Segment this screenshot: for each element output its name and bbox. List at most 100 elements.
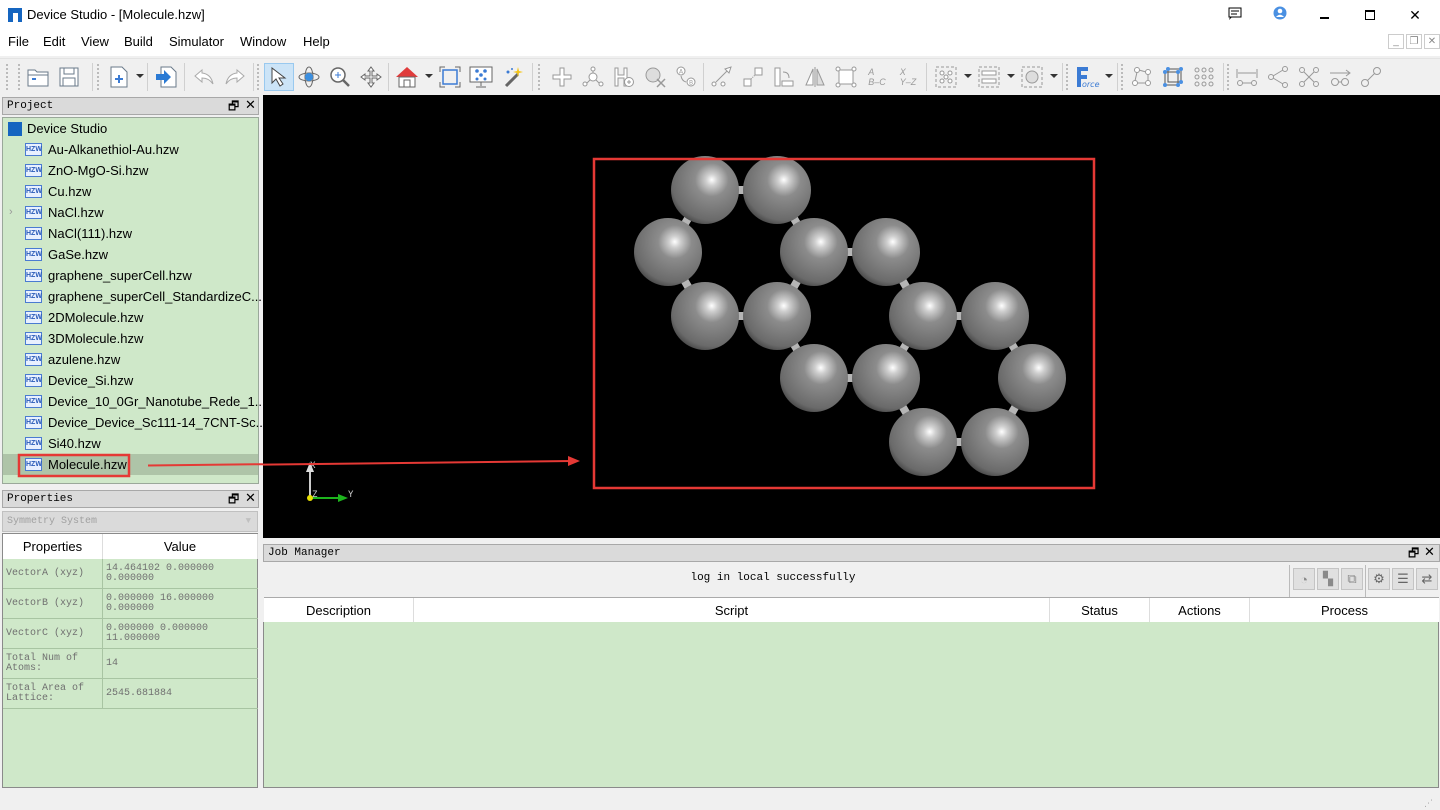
toolbar-grip[interactable] [6, 64, 9, 90]
measure-vector-icon[interactable] [1327, 64, 1353, 90]
toolbar-grip[interactable] [1066, 64, 1069, 90]
property-row[interactable]: Total Num of Atoms: 14 [3, 649, 258, 679]
toolbar-grip[interactable] [18, 64, 21, 90]
new-document-icon[interactable] [106, 64, 132, 90]
home-view-icon[interactable] [394, 64, 420, 90]
col-description[interactable]: Description [264, 598, 414, 623]
mirror-icon[interactable] [802, 64, 828, 90]
toolbar-grip[interactable] [538, 64, 541, 90]
symmetry-system-select[interactable]: Symmetry System ▼ [2, 511, 258, 532]
close-button[interactable]: ✕ [1400, 4, 1430, 26]
new-dropdown-icon[interactable] [136, 74, 144, 78]
atom[interactable] [852, 218, 920, 286]
tree-file-item[interactable]: HZW Device_Si.hzw [3, 370, 258, 391]
server-config-icon[interactable]: ☰ [1392, 568, 1414, 590]
atom[interactable] [852, 344, 920, 412]
tree-file-item[interactable]: HZW Device_10_0Gr_Nanotube_Rede_1.... [3, 391, 269, 412]
minimize-button[interactable] [1309, 4, 1339, 26]
tree-file-item[interactable]: HZW graphene_superCell_StandardizeC... [3, 286, 262, 307]
value-col-header[interactable]: Value [103, 534, 258, 559]
measure-angle-icon[interactable] [1265, 64, 1291, 90]
float-panel-icon[interactable]: 🗗 [1408, 545, 1419, 561]
mdi-close-button[interactable]: ✕ [1424, 34, 1440, 49]
atom[interactable] [889, 408, 957, 476]
rotate-view-icon[interactable] [296, 64, 322, 90]
float-panel-icon[interactable]: 🗗 [228, 98, 239, 114]
menu-help[interactable]: Help [303, 34, 330, 49]
magic-wand-icon[interactable] [500, 64, 526, 90]
tree-file-item[interactable]: HZW 3DMolecule.hzw [3, 328, 258, 349]
scale-icon[interactable] [740, 64, 766, 90]
bond-tool-icon[interactable] [1358, 64, 1384, 90]
atom[interactable] [998, 344, 1066, 412]
layers-dropdown-icon[interactable] [1007, 74, 1015, 78]
menu-edit[interactable]: Edit [43, 34, 65, 49]
supercell-icon[interactable] [1191, 64, 1217, 90]
close-panel-icon[interactable]: ✕ [245, 490, 256, 506]
menu-window[interactable]: Window [240, 34, 286, 49]
menu-file[interactable]: File [8, 34, 29, 49]
symmetry-icon[interactable] [933, 64, 959, 90]
measure-dihedral-icon[interactable] [1296, 64, 1322, 90]
sphere-select-icon[interactable] [1019, 64, 1045, 90]
replace-atom-icon[interactable]: AB [673, 64, 699, 90]
property-row[interactable]: Total Area of Lattice: 2545.681884 [3, 679, 258, 709]
add-fragment-icon[interactable] [580, 64, 606, 90]
symmetry-dropdown-icon[interactable] [964, 74, 972, 78]
toolbar-grip[interactable] [1227, 64, 1230, 90]
tree-file-item[interactable]: HZW ZnO-MgO-Si.hzw [3, 160, 258, 181]
tree-file-item[interactable]: HZW GaSe.hzw [3, 244, 258, 265]
rename-xyz-icon[interactable]: X Y–Z [895, 64, 921, 90]
open-folder-icon[interactable] [25, 64, 51, 90]
tree-file-item[interactable]: HZW Device_Device_Sc111-14_7CNT-Sc... [3, 412, 266, 433]
measure-distance-icon[interactable] [1234, 64, 1260, 90]
submit-job-icon[interactable]: ◔ [1293, 568, 1315, 590]
remote-job-icon[interactable]: ⧉ [1341, 568, 1363, 590]
close-panel-icon[interactable]: ✕ [1424, 544, 1435, 560]
atom[interactable] [780, 218, 848, 286]
close-panel-icon[interactable]: ✕ [245, 97, 256, 113]
menu-view[interactable]: View [81, 34, 109, 49]
property-row[interactable]: VectorC (xyz) 0.000000 0.000000 11.000000 [3, 619, 258, 649]
resize-grip-icon[interactable]: ⋰ [1424, 798, 1433, 809]
force-dropdown-icon[interactable] [1105, 74, 1113, 78]
menu-simulator[interactable]: Simulator [169, 34, 224, 49]
align-icon[interactable] [771, 64, 797, 90]
delete-atom-icon[interactable] [642, 64, 668, 90]
save-icon[interactable] [56, 64, 82, 90]
feedback-icon[interactable] [1220, 4, 1250, 26]
col-status[interactable]: Status [1050, 598, 1150, 623]
display-style-icon[interactable] [468, 64, 494, 90]
sphere-dropdown-icon[interactable] [1050, 74, 1058, 78]
molecule-view[interactable]: X Z Y [263, 95, 1440, 538]
tree-file-item[interactable]: HZW Cu.hzw [3, 181, 258, 202]
mdi-minimize-button[interactable]: _ [1388, 34, 1404, 49]
cell-bounds-icon[interactable] [833, 64, 859, 90]
translate-view-icon[interactable] [358, 64, 384, 90]
add-atom-icon[interactable] [549, 64, 575, 90]
layers-icon[interactable] [976, 64, 1002, 90]
float-panel-icon[interactable]: 🗗 [228, 491, 239, 507]
draw-bond-icon[interactable] [709, 64, 735, 90]
atom[interactable] [743, 156, 811, 224]
property-row[interactable]: VectorB (xyz) 0.000000 16.000000 0.000000 [3, 589, 258, 619]
atom[interactable] [889, 282, 957, 350]
mdi-restore-button[interactable]: ❐ [1406, 34, 1422, 49]
account-icon[interactable] [1265, 4, 1295, 26]
redo-icon[interactable] [222, 64, 248, 90]
atom[interactable] [634, 218, 702, 286]
atom[interactable] [961, 282, 1029, 350]
toolbar-grip[interactable] [1121, 64, 1124, 90]
select-pointer-icon[interactable] [264, 63, 294, 91]
col-actions[interactable]: Actions [1150, 598, 1250, 623]
molecule-build-icon[interactable] [1129, 64, 1155, 90]
zoom-view-icon[interactable] [327, 64, 353, 90]
force-field-icon[interactable]: orce [1074, 64, 1104, 90]
tree-file-item[interactable]: HZW graphene_superCell.hzw [3, 265, 258, 286]
tree-file-item[interactable]: › HZW NaCl.hzw [3, 202, 258, 223]
atom[interactable] [671, 282, 739, 350]
properties-col-header[interactable]: Properties [3, 534, 103, 559]
atom[interactable] [961, 408, 1029, 476]
toolbar-grip[interactable] [257, 64, 260, 90]
col-process[interactable]: Process [1250, 598, 1439, 623]
